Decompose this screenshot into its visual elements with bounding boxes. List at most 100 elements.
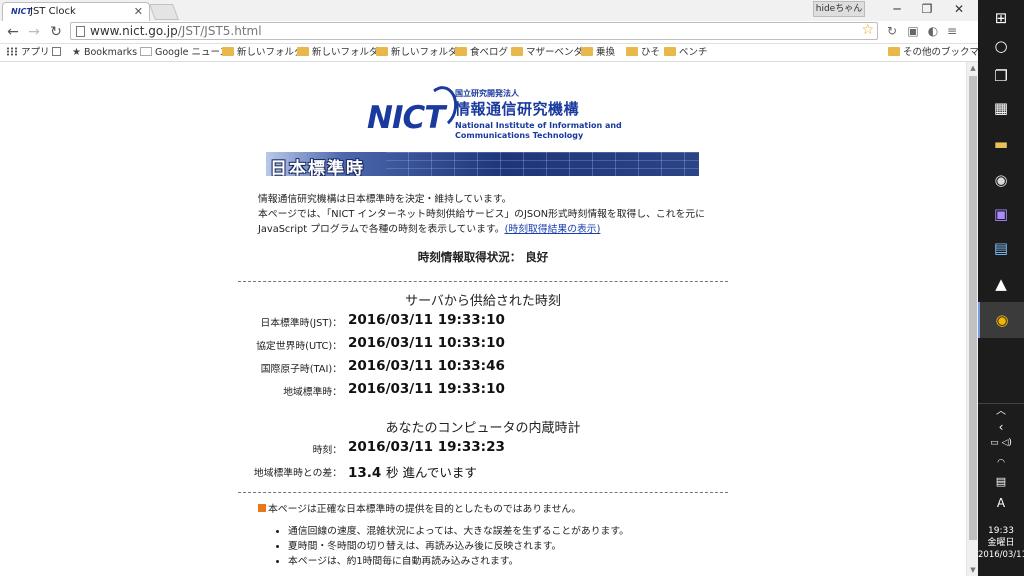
action-center-icon[interactable]: ▤ bbox=[978, 476, 1024, 487]
bookmark-apps[interactable]: アプリ bbox=[6, 46, 50, 59]
intro-line-2: 本ページでは、「NICT インターネット時刻供給サービス」のJSON形式時刻情報… bbox=[258, 209, 705, 220]
fetch-result-link[interactable]: (時刻取得結果の表示) bbox=[505, 224, 601, 235]
local-standard-label: 地域標準時： bbox=[283, 387, 342, 398]
local-standard-value: 2016/03/11 19:33:10 bbox=[348, 381, 505, 397]
apps-icon bbox=[6, 47, 18, 56]
store-icon[interactable]: ▤ bbox=[978, 230, 1024, 266]
back-arrow-icon[interactable]: ← bbox=[3, 22, 23, 42]
fetch-status: 時刻情報取得状況： 良好 bbox=[417, 250, 549, 264]
bookmark-folder-3[interactable]: 新しいフォルダ3 bbox=[376, 46, 464, 59]
extension-icon[interactable]: ◐ bbox=[925, 23, 941, 39]
show-hidden-icons-chevron-icon[interactable]: ‹ bbox=[978, 421, 1024, 433]
chrome-icon[interactable]: ◉ bbox=[978, 302, 1024, 338]
close-window-icon[interactable]: ✕ bbox=[944, 0, 974, 20]
document-icon bbox=[52, 47, 61, 56]
page-content: NICT 国立研究開発法人 情報通信研究機構 National Institut… bbox=[0, 62, 966, 576]
nict-logo: NICT 国立研究開発法人 情報通信研究機構 National Institut… bbox=[367, 83, 627, 144]
ime-indicator[interactable]: A bbox=[978, 497, 1024, 509]
bookmark-document[interactable] bbox=[52, 46, 64, 59]
file-explorer-icon[interactable]: ▬ bbox=[978, 126, 1024, 162]
list-item: 夏時間・冬時間の切り替えは、再読み込み後に反映されます。 bbox=[288, 539, 629, 554]
intro-line-3: JavaScript プログラムで各種の時刻を表示しています。(時刻取得結果の表… bbox=[258, 224, 601, 235]
org-name-en-1: National Institute of Information and bbox=[455, 121, 622, 130]
banner-title: 日本標準時 bbox=[270, 159, 365, 176]
system-tray: ︿ ‹ ▭ ◁) ◠ ▤ A 19:33 金曜日 2016/03/11 bbox=[978, 404, 1024, 576]
bookmark-google-news[interactable]: Google ニュース bbox=[140, 46, 229, 59]
time-diff-value: 13.4 秒 進んでいます bbox=[348, 465, 477, 481]
folder-icon bbox=[297, 47, 309, 56]
folder-icon bbox=[626, 47, 638, 56]
bookmark-folder-1[interactable]: 新しいフォルダ bbox=[222, 46, 304, 59]
folder-icon bbox=[222, 47, 234, 56]
time-diff-label: 地域標準時との差： bbox=[253, 468, 342, 479]
clock-time[interactable]: 19:33 bbox=[978, 526, 1024, 537]
paint-icon[interactable]: ◉ bbox=[978, 162, 1024, 198]
list-item: 通信回線の速度、混雑状況によっては、大きな誤差を生ずることがあります。 bbox=[288, 524, 629, 539]
translate-extension-icon[interactable]: ▣ bbox=[905, 23, 921, 39]
jst-label: 日本標準時(JST)： bbox=[260, 318, 342, 329]
restore-icon[interactable]: ❐ bbox=[912, 0, 942, 20]
jst-value: 2016/03/11 19:33:10 bbox=[348, 312, 505, 328]
photos-icon[interactable]: ▲ bbox=[978, 266, 1024, 302]
reload-icon[interactable]: ↻ bbox=[46, 22, 66, 42]
title-banner: 日本標準時 bbox=[266, 152, 699, 176]
task-view-icon[interactable]: ❐ bbox=[978, 58, 1024, 94]
refresh-extension-icon[interactable]: ↻ bbox=[884, 23, 900, 39]
folder-icon bbox=[511, 47, 523, 56]
scroll-thumb[interactable] bbox=[969, 76, 977, 540]
new-tab-button[interactable] bbox=[149, 4, 179, 20]
utc-value: 2016/03/11 10:33:10 bbox=[348, 335, 505, 351]
org-name-ja: 情報通信研究機構 bbox=[455, 100, 580, 118]
wifi-icon[interactable]: ◠ bbox=[978, 458, 1024, 469]
bookmark-folder-2[interactable]: 新しいフォルダ2 bbox=[297, 46, 385, 59]
server-time-heading: サーバから供給された時刻 bbox=[405, 294, 561, 309]
url-text: www.nict.go.jp/JST/JST5.html bbox=[90, 24, 262, 38]
notes-list: 通信回線の速度、混雑状況によっては、大きな誤差を生ずることがあります。 夏時間・… bbox=[276, 524, 629, 569]
bookmark-bench[interactable]: ベンチ bbox=[664, 46, 708, 59]
scroll-up-icon[interactable]: ︿ bbox=[978, 406, 1024, 417]
bookmark-tabelog[interactable]: 食べログ bbox=[455, 46, 508, 59]
utc-label: 協定世界時(UTC)： bbox=[256, 341, 342, 352]
pc-clock-heading: あなたのコンピュータの内蔵時計 bbox=[385, 421, 581, 436]
orange-square-icon bbox=[258, 504, 266, 512]
bookmark-hiso[interactable]: ひそ bbox=[626, 46, 660, 59]
folder-icon bbox=[888, 47, 900, 56]
battery-volume-icon[interactable]: ▭ ◁) bbox=[978, 438, 1024, 449]
intro-text: 情報通信研究機構は日本標準時を決定・維持しています。 本ページでは、「NICT … bbox=[258, 192, 718, 237]
folder-icon bbox=[376, 47, 388, 56]
google-news-icon bbox=[140, 47, 152, 56]
intro-line-1: 情報通信研究機構は日本標準時を決定・維持しています。 bbox=[258, 194, 512, 205]
address-bar[interactable]: www.nict.go.jp/JST/JST5.html ☆ bbox=[70, 22, 878, 40]
browser-toolbar: ← → ↻ www.nict.go.jp/JST/JST5.html ☆ ↻ ▣… bbox=[0, 21, 978, 44]
bookmark-norikae[interactable]: 乗換 bbox=[581, 46, 615, 59]
calculator-icon[interactable]: ▦ bbox=[978, 90, 1024, 126]
pc-time-value: 2016/03/11 19:33:23 bbox=[348, 439, 505, 455]
profile-button[interactable]: hideちゃん bbox=[813, 1, 865, 17]
folder-icon bbox=[581, 47, 593, 56]
divider bbox=[238, 281, 728, 282]
forward-arrow-icon[interactable]: → bbox=[24, 22, 44, 42]
close-tab-icon[interactable]: ✕ bbox=[134, 5, 143, 18]
star-icon: ★ bbox=[72, 47, 81, 58]
page-icon bbox=[76, 26, 85, 37]
folder-icon bbox=[455, 47, 467, 56]
minimize-icon[interactable]: ─ bbox=[882, 0, 912, 20]
tai-label: 国際原子時(TAI)： bbox=[260, 364, 342, 375]
pc-time-label: 時刻： bbox=[312, 445, 342, 456]
org-name-en-2: Communications Technology bbox=[455, 131, 584, 140]
bookmark-bookmarks[interactable]: ★ Bookmarks bbox=[72, 46, 137, 59]
tab-jst-clock[interactable]: NICT JST Clock ✕ bbox=[2, 2, 150, 21]
folder-icon bbox=[664, 47, 676, 56]
chrome-menu-icon[interactable]: ≡ bbox=[944, 23, 960, 39]
tai-value: 2016/03/11 10:33:46 bbox=[348, 358, 505, 374]
disclaimer: 本ページは正確な日本標準時の提供を目的としたものではありません。 bbox=[258, 501, 581, 515]
bookmark-star-icon[interactable]: ☆ bbox=[861, 22, 874, 38]
divider bbox=[238, 492, 728, 493]
clock-weekday[interactable]: 金曜日 bbox=[978, 538, 1024, 549]
list-item: 本ページは、約1時間毎に自動再読み込みされます。 bbox=[288, 554, 629, 569]
bookmarks-bar: アプリ ★ Bookmarks Google ニュース 新しいフォルダ 新しいフォ… bbox=[0, 44, 998, 62]
tab-strip: NICT JST Clock ✕ hideちゃん ─ ❐ ✕ bbox=[0, 0, 978, 22]
tab-title: JST Clock bbox=[30, 6, 76, 17]
clock-date[interactable]: 2016/03/11 bbox=[978, 550, 1024, 561]
app-icon[interactable]: ▣ bbox=[978, 196, 1024, 232]
